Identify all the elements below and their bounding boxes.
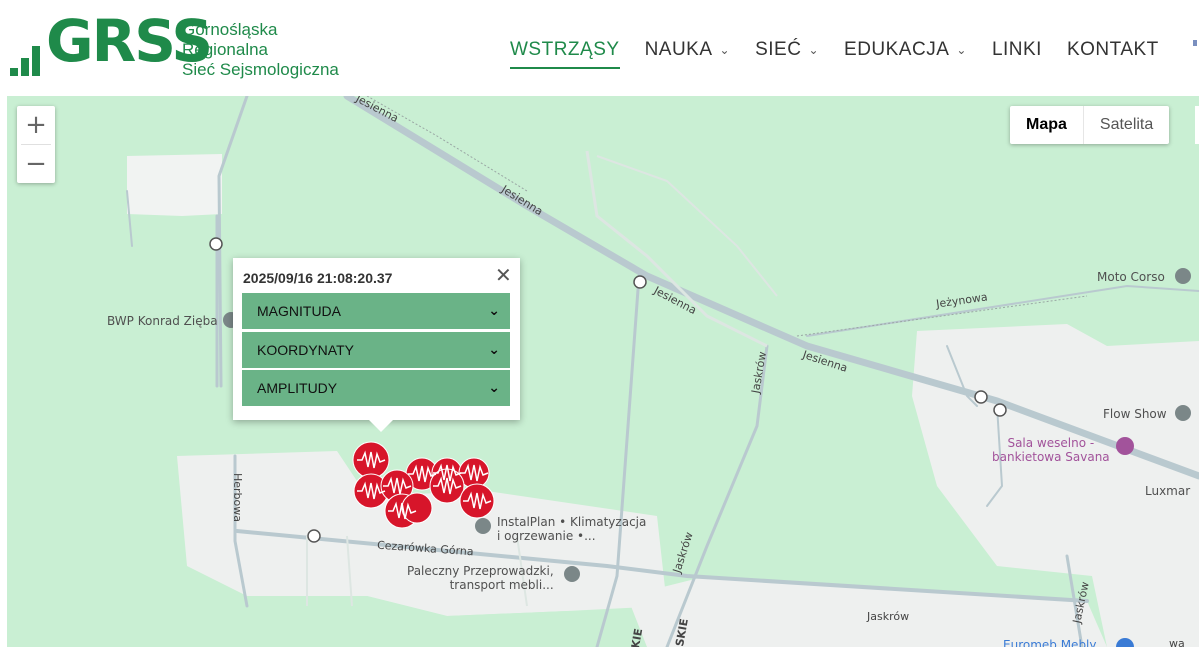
road-label: Jaskrów [867, 610, 910, 623]
poi-label[interactable]: Luxmar [1145, 484, 1190, 498]
map-type-satelita[interactable]: Satelita [1084, 106, 1169, 144]
poi-label[interactable]: InstalPlan • Klimatyzacja i ogrzewanie •… [497, 515, 646, 543]
poi-label[interactable]: Moto Corso [1097, 270, 1165, 284]
road-label: Herbowa [231, 472, 245, 523]
nav-item-wstrzasy[interactable]: WSTRZĄSY [510, 33, 620, 69]
nav-item-linki[interactable]: LINKI [992, 33, 1042, 67]
nav-item-edukacja[interactable]: EDUKACJA ⌄ [844, 33, 967, 67]
language-flag-icon[interactable] [1193, 40, 1197, 46]
event-popup: 2025/09/16 21:08:20.37 ✕ MAGNITUDA ⌄ KOO… [233, 258, 520, 432]
chevron-down-icon: ⌄ [488, 303, 500, 319]
accordion-koordynaty[interactable]: KOORDYNATY ⌄ [242, 332, 510, 368]
zoom-in-button[interactable]: + [17, 106, 55, 144]
grss-logo[interactable]: GRSS Górnośląska Regionalna Sieć Sejsmol… [10, 10, 350, 80]
nav-item-nauka[interactable]: NAUKA ⌄ [645, 33, 731, 67]
map-type-switch: Mapa Satelita [1010, 106, 1170, 144]
events-map[interactable]: Jesienna Jesienna Jesienna Jesienna Jeży… [7, 96, 1199, 647]
poi-label[interactable]: BWP Konrad Zięba [107, 314, 218, 328]
chevron-down-icon: ⌄ [808, 43, 820, 57]
road-label: wa [1169, 637, 1185, 647]
nav-item-siec[interactable]: SIEĆ ⌄ [755, 33, 819, 67]
nav-item-kontakt[interactable]: KONTAKT [1067, 33, 1159, 67]
poi-label[interactable]: Flow Show [1103, 407, 1167, 421]
chevron-down-icon: ⌄ [488, 342, 500, 358]
chevron-down-icon: ⌄ [488, 380, 500, 396]
poi-label[interactable]: Euromeb Mebly [1003, 638, 1097, 647]
poi-label[interactable]: Paleczny Przeprowadzki, transport mebli.… [407, 564, 554, 592]
logo-subtitle: Górnośląska Regionalna Sieć Sejsmologicz… [182, 20, 339, 79]
map-type-mapa[interactable]: Mapa [1010, 106, 1084, 144]
zoom-out-button[interactable]: − [17, 145, 55, 183]
accordion-magnituda[interactable]: MAGNITUDA ⌄ [242, 293, 510, 329]
main-nav: WSTRZĄSY NAUKA ⌄ SIEĆ ⌄ EDUKACJA ⌄ LINKI KO… [510, 30, 1184, 70]
site-header: GRSS Górnośląska Regionalna Sieć Sejsmol… [0, 0, 1199, 96]
accordion-amplitudy[interactable]: AMPLITUDY ⌄ [242, 370, 510, 406]
chevron-down-icon: ⌄ [956, 43, 967, 57]
close-icon[interactable]: ✕ [495, 263, 512, 287]
chevron-down-icon: ⌄ [719, 43, 731, 57]
zoom-controls: + − [17, 106, 55, 183]
fullscreen-button[interactable] [1195, 106, 1199, 144]
map-canvas [7, 96, 1199, 647]
poi-label[interactable]: Sala weselno - bankietowa Savana [992, 436, 1110, 464]
event-datetime: 2025/09/16 21:08:20.37 [243, 270, 393, 286]
